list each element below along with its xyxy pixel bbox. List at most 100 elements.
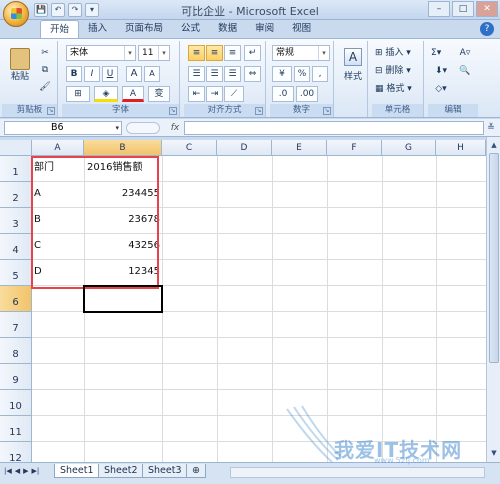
next-sheet-icon[interactable]: ▶ — [23, 467, 28, 475]
prev-sheet-icon[interactable]: ◀ — [15, 467, 20, 475]
scroll-up-icon[interactable]: ▲ — [488, 139, 500, 151]
format-painter-icon[interactable]: 🖌 — [38, 79, 52, 95]
align-center-icon[interactable]: ☰ — [206, 66, 223, 82]
last-sheet-icon[interactable]: ▶| — [32, 467, 40, 475]
row-header-5[interactable]: 5 — [0, 260, 32, 286]
delete-cells-button[interactable]: ⊟ 删除 ▾ — [374, 63, 422, 79]
column-header-a[interactable]: A — [32, 140, 84, 156]
align-left-icon[interactable]: ☰ — [188, 66, 205, 82]
column-header-e[interactable]: E — [272, 140, 327, 156]
shrink-font-button[interactable]: A — [144, 66, 160, 82]
sheet-tab-sheet3[interactable]: Sheet3 — [142, 464, 188, 478]
align-top-icon[interactable]: ≡ — [188, 45, 205, 61]
clear-icon[interactable]: ◇▾ — [430, 81, 452, 97]
alignment-launcher-icon[interactable]: ↘ — [255, 107, 263, 115]
scrollbar-thumb[interactable] — [489, 153, 499, 363]
column-header-f[interactable]: F — [327, 140, 382, 156]
align-right-icon[interactable]: ☰ — [224, 66, 241, 82]
group-editing: Σ▾ A▿ ⬇▾ 🔍 ◇▾ 编辑 — [428, 41, 478, 117]
autosum-button[interactable]: Σ▾ — [430, 45, 452, 61]
currency-icon[interactable]: ¥ — [272, 66, 292, 82]
row-header-1[interactable]: 1 — [0, 156, 32, 182]
increase-decimal-icon[interactable]: .0 — [272, 86, 294, 102]
tab-data[interactable]: 数据 — [209, 20, 246, 38]
number-format-select[interactable]: 常规 ▾ — [272, 45, 330, 61]
close-button[interactable]: ✕ — [476, 1, 498, 17]
merge-center-icon[interactable]: ⇔ — [244, 66, 261, 82]
font-launcher-icon[interactable]: ↘ — [169, 107, 177, 115]
tab-home[interactable]: 开始 — [40, 20, 80, 38]
row-header-7[interactable]: 7 — [0, 312, 32, 338]
bold-button[interactable]: B — [66, 66, 82, 82]
row-header-12[interactable]: 12 — [0, 442, 32, 462]
tab-insert[interactable]: 插入 — [79, 20, 116, 38]
styles-button[interactable]: A 样式 — [340, 45, 366, 89]
tab-page-layout[interactable]: 页面布局 — [116, 20, 172, 38]
copy-icon[interactable]: ⧉ — [38, 62, 52, 78]
formula-bar-splitter[interactable] — [126, 122, 160, 134]
help-icon[interactable]: ? — [480, 22, 494, 36]
font-size-select[interactable]: 11 ▾ — [138, 45, 170, 61]
horizontal-scrollbar[interactable] — [230, 467, 485, 478]
font-name-select[interactable]: 宋体 ▾ — [66, 45, 136, 61]
number-launcher-icon[interactable]: ↘ — [323, 107, 331, 115]
increase-indent-icon[interactable]: ⇥ — [206, 86, 223, 102]
minimize-button[interactable]: – — [428, 1, 450, 17]
column-header-h[interactable]: H — [436, 140, 486, 156]
row-header-2[interactable]: 2 — [0, 182, 32, 208]
active-cell-b6[interactable] — [83, 285, 163, 313]
font-color-icon[interactable]: A — [122, 86, 144, 102]
clipboard-launcher-icon[interactable]: ↘ — [47, 107, 55, 115]
maximize-button[interactable]: □ — [452, 1, 474, 17]
comma-button[interactable]: , — [312, 66, 328, 82]
phonetic-icon[interactable]: 变 — [148, 86, 170, 102]
tab-view[interactable]: 视图 — [283, 20, 320, 38]
group-number: 常规 ▾ ¥ % , .0 .00 数字 ↘ — [270, 41, 334, 117]
sheet-tab-sheet2[interactable]: Sheet2 — [98, 464, 144, 478]
grow-font-button[interactable]: A — [126, 66, 142, 82]
gridline — [272, 156, 273, 462]
underline-button[interactable]: U — [102, 66, 118, 82]
align-middle-icon[interactable]: ≡ — [206, 45, 223, 61]
decrease-indent-icon[interactable]: ⇤ — [188, 86, 205, 102]
first-sheet-icon[interactable]: |◀ — [4, 467, 12, 475]
sort-filter-icon[interactable]: A▿ — [454, 45, 476, 61]
row-header-10[interactable]: 10 — [0, 390, 32, 416]
formula-input[interactable] — [184, 121, 484, 135]
italic-button[interactable]: I — [84, 66, 100, 82]
format-cells-button[interactable]: ▦ 格式 ▾ — [374, 81, 422, 97]
group-clipboard: 粘贴 ✂ ⧉ 🖌 剪贴板 ↘ — [2, 41, 58, 117]
insert-sheet-icon[interactable]: ⊕ — [186, 464, 206, 478]
align-bottom-icon[interactable]: ≡ — [224, 45, 241, 61]
row-header-3[interactable]: 3 — [0, 208, 32, 234]
column-header-b[interactable]: B — [84, 140, 162, 156]
borders-icon[interactable]: ⊞ — [66, 86, 90, 102]
row-header-11[interactable]: 11 — [0, 416, 32, 442]
sheet-tab-sheet1[interactable]: Sheet1 — [54, 464, 100, 478]
name-box[interactable]: B6 ▾ — [4, 121, 122, 135]
column-header-c[interactable]: C — [162, 140, 217, 156]
row-header-4[interactable]: 4 — [0, 234, 32, 260]
tab-formulas[interactable]: 公式 — [172, 20, 209, 38]
column-header-d[interactable]: D — [217, 140, 272, 156]
insert-cells-button[interactable]: ⊞ 插入 ▾ — [374, 45, 422, 61]
select-all-button[interactable] — [0, 140, 32, 156]
find-select-icon[interactable]: 🔍 — [454, 63, 476, 79]
row-header-6[interactable]: 6 — [0, 286, 32, 312]
office-button[interactable] — [3, 1, 29, 27]
group-label-editing: 编辑 — [428, 104, 478, 117]
paste-button[interactable]: 粘贴 — [6, 45, 34, 89]
wrap-text-icon[interactable]: ↵ — [244, 45, 261, 61]
fill-color-icon[interactable]: ◈ — [94, 86, 118, 102]
tab-review[interactable]: 审阅 — [246, 20, 283, 38]
column-header-g[interactable]: G — [382, 140, 436, 156]
decrease-decimal-icon[interactable]: .00 — [296, 86, 318, 102]
fill-icon[interactable]: ⬇▾ — [430, 63, 452, 79]
cut-icon[interactable]: ✂ — [38, 45, 52, 61]
insert-function-icon[interactable]: fx — [168, 121, 182, 135]
orientation-icon[interactable]: ⟋ — [224, 86, 244, 102]
expand-formula-icon[interactable]: ≚ — [485, 121, 497, 135]
row-header-9[interactable]: 9 — [0, 364, 32, 390]
row-header-8[interactable]: 8 — [0, 338, 32, 364]
percent-button[interactable]: % — [294, 66, 310, 82]
